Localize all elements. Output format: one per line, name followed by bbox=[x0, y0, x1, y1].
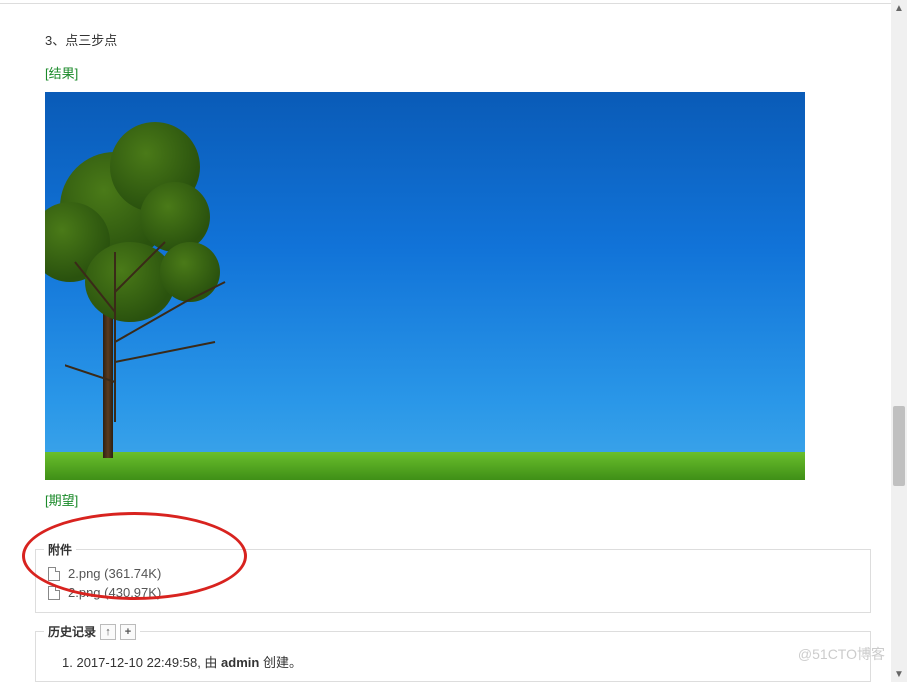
scrollbar-thumb[interactable] bbox=[893, 406, 905, 486]
history-legend-text: 历史记录 bbox=[48, 623, 96, 640]
result-image[interactable] bbox=[45, 92, 805, 480]
attachment-row[interactable]: 2.png (361.74K) bbox=[48, 564, 858, 583]
expect-label: [期望] bbox=[45, 490, 871, 509]
file-icon bbox=[48, 586, 60, 600]
result-label: [结果] bbox=[45, 63, 871, 82]
attachment-name: 2.png (430.97K) bbox=[68, 583, 161, 602]
history-user: admin bbox=[221, 655, 259, 670]
attachments-legend-text: 附件 bbox=[48, 541, 72, 558]
attachments-section: 附件 2.png (361.74K) 2.png (430.97K) bbox=[35, 549, 871, 613]
scrollbar-track[interactable] bbox=[891, 16, 907, 666]
history-item: 1. 2017-12-10 22:49:58, 由 admin 创建。 bbox=[62, 652, 858, 671]
content-scroll-area: 3、点三步点 [结果] [期望] 附件 2.png (361.74K) bbox=[0, 0, 907, 682]
step-description: 3、点三步点 bbox=[45, 30, 871, 49]
collapse-button[interactable]: ↑ bbox=[100, 624, 116, 640]
history-legend: 历史记录 ↑ + bbox=[44, 623, 140, 640]
scroll-down-arrow-icon[interactable]: ▼ bbox=[891, 666, 907, 682]
tree-branches bbox=[65, 222, 265, 422]
file-icon bbox=[48, 567, 60, 581]
watermark: @51CTO博客 bbox=[798, 644, 885, 664]
history-section: 历史记录 ↑ + 1. 2017-12-10 22:49:58, 由 admin… bbox=[35, 631, 871, 682]
attachment-name: 2.png (361.74K) bbox=[68, 564, 161, 583]
vertical-scrollbar[interactable]: ▲ ▼ bbox=[891, 0, 907, 682]
history-index: 1. bbox=[62, 655, 73, 670]
attachments-legend: 附件 bbox=[44, 541, 76, 558]
scroll-up-arrow-icon[interactable]: ▲ bbox=[891, 0, 907, 16]
add-history-button[interactable]: + bbox=[120, 624, 136, 640]
attachment-row[interactable]: 2.png (430.97K) bbox=[48, 583, 858, 602]
history-timestamp: 2017-12-10 22:49:58 bbox=[76, 655, 197, 670]
